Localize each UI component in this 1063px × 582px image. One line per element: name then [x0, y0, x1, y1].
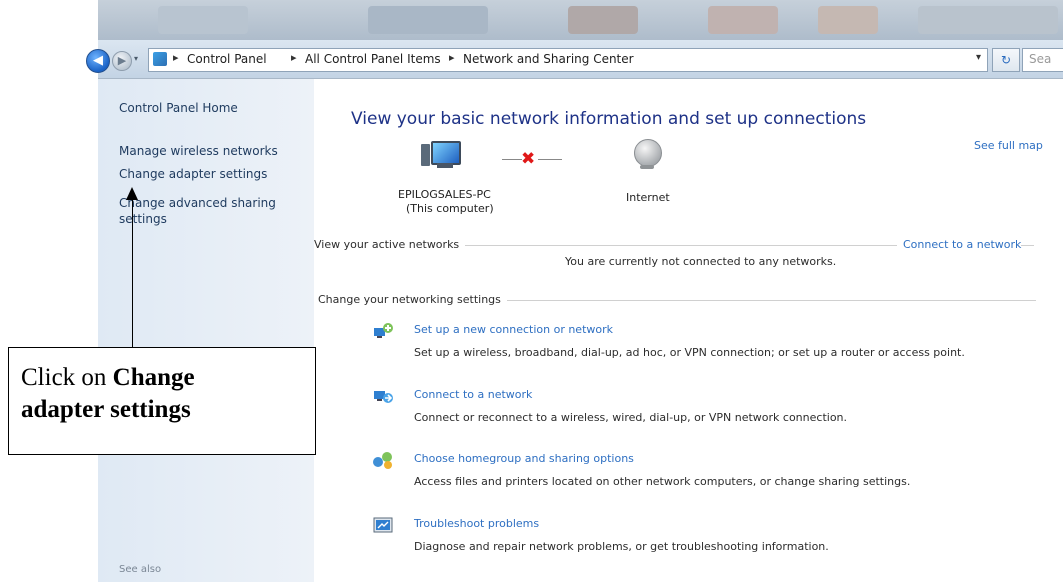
internet-globe-icon[interactable]	[634, 139, 662, 167]
computer-subtitle-label: (This computer)	[406, 202, 494, 215]
troubleshoot-problems-description: Diagnose and repair network problems, or…	[414, 540, 829, 553]
set-up-new-connection-link[interactable]: Set up a new connection or network	[414, 323, 613, 336]
forward-button[interactable]: ▶	[112, 51, 132, 71]
new-connection-icon[interactable]	[372, 321, 394, 341]
change-settings-heading: Change your networking settings	[318, 293, 507, 306]
callout-prefix-text: Click on	[21, 364, 113, 391]
computer-stand-shape	[437, 163, 453, 168]
breadcrumb-separator-icon: ▸	[291, 51, 297, 64]
change-advanced-sharing-link[interactable]: Change advanced sharing	[119, 196, 276, 210]
homegroup-sharing-options-link[interactable]: Choose homegroup and sharing options	[414, 452, 634, 465]
not-connected-message: You are currently not connected to any n…	[565, 255, 837, 268]
homegroup-icon[interactable]	[372, 450, 394, 470]
control-panel-icon	[153, 52, 167, 66]
change-adapter-settings-link[interactable]: Change adapter settings	[119, 167, 267, 181]
titlebar-blur-2	[368, 6, 488, 34]
connect-to-network-description: Connect or reconnect to a wireless, wire…	[414, 411, 848, 424]
internet-label: Internet	[626, 191, 670, 204]
breadcrumb-network-sharing-center[interactable]: Network and Sharing Center	[463, 52, 634, 66]
titlebar-blur-3	[568, 6, 638, 34]
titlebar-blur-5	[818, 6, 878, 34]
homegroup-sharing-options-description: Access files and printers located on oth…	[414, 475, 911, 488]
computer-icon[interactable]	[421, 140, 461, 170]
troubleshoot-problems-link[interactable]: Troubleshoot problems	[414, 517, 539, 530]
window-title-bar	[98, 0, 1063, 40]
screenshot-frame: ◀ ▶ ▾ ▸ Control Panel ▸ All Control Pane…	[0, 0, 1063, 582]
change-advanced-sharing-link-continued[interactable]: settings	[119, 212, 167, 226]
page-title: View your basic network information and …	[351, 109, 867, 129]
callout-arrow-line	[132, 198, 133, 348]
instruction-callout-text: Click on Change adapter settings	[21, 362, 195, 426]
connection-line-right	[538, 159, 562, 160]
see-also-heading: See also	[119, 564, 162, 575]
recent-pages-button[interactable]: ▾	[134, 54, 144, 64]
disconnected-x-icon[interactable]: ✖	[521, 149, 535, 169]
instruction-callout-box: Click on Change adapter settings	[8, 347, 316, 455]
manage-wireless-networks-link[interactable]: Manage wireless networks	[119, 144, 278, 158]
titlebar-blur-6	[918, 6, 1058, 34]
control-panel-home-link[interactable]: Control Panel Home	[119, 101, 238, 115]
back-arrow-icon: ◀	[93, 53, 103, 68]
refresh-button[interactable]: ↻	[992, 48, 1020, 72]
computer-tower-shape	[421, 144, 430, 166]
breadcrumb-separator-icon: ▸	[449, 51, 455, 64]
computer-name-label: EPILOGSALES-PC	[398, 188, 491, 201]
connect-to-network-link[interactable]: Connect to a network	[897, 238, 1022, 251]
connect-to-network-task-link[interactable]: Connect to a network	[414, 388, 532, 401]
search-input[interactable]: Sea	[1022, 48, 1063, 72]
titlebar-blur-1	[158, 6, 248, 34]
breadcrumb-separator-icon: ▸	[173, 51, 179, 64]
back-button[interactable]: ◀	[86, 49, 110, 73]
see-full-map-link[interactable]: See full map	[974, 139, 1043, 152]
connection-line-left	[502, 159, 522, 160]
troubleshoot-icon[interactable]	[372, 515, 394, 535]
refresh-icon: ↻	[1000, 53, 1012, 67]
address-bar[interactable]: ▸ Control Panel ▸ All Control Panel Item…	[148, 48, 988, 72]
titlebar-blur-4	[708, 6, 778, 34]
globe-stand-shape	[640, 165, 654, 169]
left-navigation-pane: Control Panel Home Manage wireless netwo…	[98, 79, 314, 582]
address-dropdown-icon[interactable]: ▾	[976, 52, 981, 63]
active-networks-heading: View your active networks	[314, 238, 466, 251]
computer-monitor-shape	[431, 141, 461, 165]
search-placeholder: Sea	[1029, 52, 1052, 66]
callout-bold-text: Change	[112, 364, 195, 391]
breadcrumb-control-panel[interactable]: Control Panel	[187, 52, 267, 66]
main-content-pane: View your basic network information and …	[314, 79, 1063, 582]
chevron-down-icon: ▾	[134, 54, 139, 63]
breadcrumb-all-items[interactable]: All Control Panel Items	[305, 52, 441, 66]
callout-bold-text-continued: adapter settings	[21, 396, 191, 423]
forward-arrow-icon: ▶	[117, 54, 127, 67]
set-up-new-connection-description: Set up a wireless, broadband, dial-up, a…	[414, 346, 965, 359]
connect-network-icon[interactable]	[372, 386, 394, 406]
